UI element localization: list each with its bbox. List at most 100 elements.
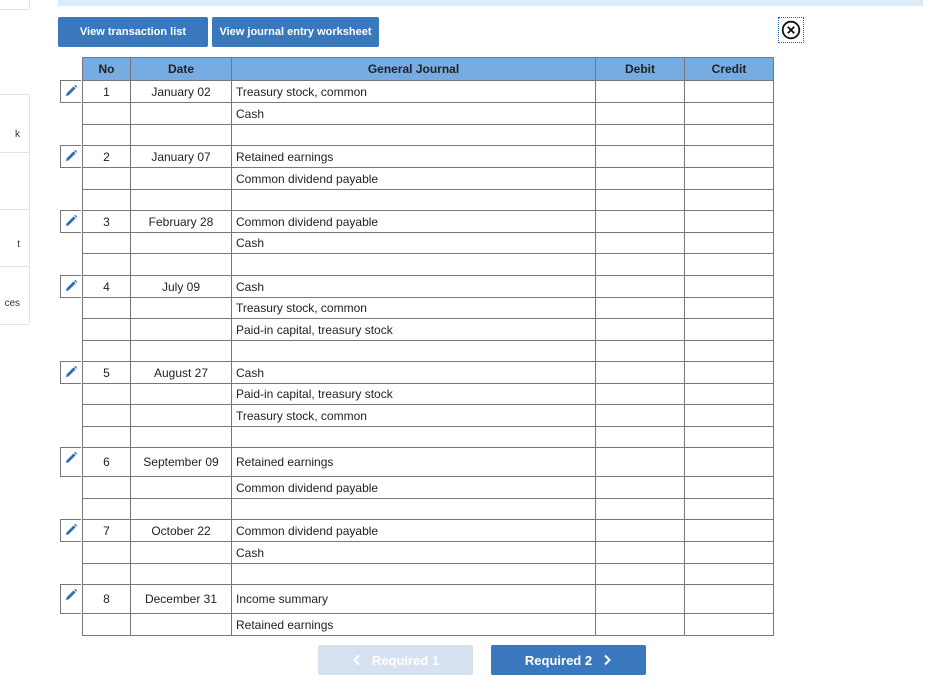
account-cell: Paid-in capital, treasury stock (231, 383, 596, 405)
entry-no-cell (82, 476, 131, 499)
entry-date-cell (130, 476, 232, 499)
credit-cell (684, 519, 774, 542)
credit-cell (684, 189, 774, 211)
side-panel-item-label: ces (4, 298, 20, 309)
entry-date-cell (130, 340, 232, 362)
pencil-icon (66, 523, 78, 535)
side-panel-item[interactable]: t (0, 209, 29, 267)
entry-no-cell: 7 (82, 519, 131, 542)
debit-cell (595, 232, 685, 254)
credit-cell (684, 232, 774, 254)
credit-cell (684, 584, 774, 614)
side-panel-item-label: k (15, 129, 20, 140)
edit-entry-button[interactable] (60, 361, 81, 384)
edit-entry-button[interactable] (60, 210, 81, 233)
credit-cell (684, 167, 774, 190)
entry-no-cell (82, 613, 131, 636)
entry-no-cell (82, 340, 131, 362)
debit-cell (595, 498, 685, 520)
close-button[interactable] (778, 17, 804, 43)
debit-cell (595, 124, 685, 146)
next-required-label: Required 2 (524, 652, 593, 668)
table-row: 2 January 07 Retained earnings (82, 145, 774, 168)
entry-date-cell (130, 297, 232, 319)
entry-no-cell (82, 426, 131, 448)
debit-cell (595, 80, 685, 103)
table-row: 3 February 28 Common dividend payable (82, 210, 774, 233)
credit-cell (684, 476, 774, 499)
view-transaction-list-button[interactable]: View transaction list (58, 17, 208, 47)
edit-entry-button[interactable] (60, 275, 81, 298)
entry-date-cell (130, 102, 232, 125)
general-journal-table: No Date General Journal Debit Credit 1 Ja… (82, 57, 774, 636)
debit-cell (595, 613, 685, 636)
entry-date-cell: October 22 (130, 519, 232, 542)
debit-cell (595, 541, 685, 564)
account-cell: Treasury stock, common (231, 80, 596, 103)
account-cell (231, 253, 596, 276)
credit-cell (684, 498, 774, 520)
edit-entry-button[interactable] (60, 584, 81, 614)
debit-cell (595, 563, 685, 585)
entry-no-cell: 4 (82, 275, 131, 298)
entry-no-cell: 2 (82, 145, 131, 168)
entry-no-cell (82, 563, 131, 585)
close-circle-icon (781, 20, 801, 40)
edit-entry-button[interactable] (60, 519, 81, 542)
entry-no-cell (82, 167, 131, 190)
prev-required-button[interactable]: Required 1 (318, 645, 473, 675)
pencil-icon (66, 214, 78, 226)
table-row: Paid-in capital, treasury stock (82, 318, 774, 341)
view-journal-entry-worksheet-button[interactable]: View journal entry worksheet (212, 17, 379, 47)
credit-cell (684, 404, 774, 427)
side-panel-item[interactable] (0, 152, 29, 210)
edit-entry-button[interactable] (60, 447, 81, 477)
credit-cell (684, 563, 774, 585)
table-row (82, 426, 774, 448)
entry-no-cell (82, 297, 131, 319)
entry-no-cell (82, 124, 131, 146)
account-cell: Retained earnings (231, 447, 596, 477)
account-cell: Common dividend payable (231, 476, 596, 499)
header-no: No (82, 57, 131, 81)
debit-cell (595, 210, 685, 233)
pencil-icon (66, 84, 78, 96)
account-cell: Retained earnings (231, 145, 596, 168)
side-panel-item[interactable]: k (0, 95, 29, 153)
debit-cell (595, 340, 685, 362)
credit-cell (684, 102, 774, 125)
debit-cell (595, 404, 685, 427)
side-panel-item[interactable]: ces (0, 266, 29, 323)
account-cell: Common dividend payable (231, 210, 596, 233)
account-cell (231, 189, 596, 211)
entry-date-cell (130, 613, 232, 636)
edit-entry-button[interactable] (60, 145, 81, 168)
debit-cell (595, 145, 685, 168)
entry-no-cell: 5 (82, 361, 131, 384)
account-cell: Cash (231, 361, 596, 384)
table-row: 5 August 27 Cash (82, 361, 774, 384)
account-cell (231, 124, 596, 146)
table-header-row: No Date General Journal Debit Credit (82, 57, 774, 81)
table-row: Cash (82, 232, 774, 254)
entry-no-cell (82, 404, 131, 427)
debit-cell (595, 426, 685, 448)
entry-date-cell (130, 404, 232, 427)
table-row: 7 October 22 Common dividend payable (82, 519, 774, 542)
top-banner (58, 0, 923, 6)
debit-cell (595, 167, 685, 190)
header-debit: Debit (595, 57, 685, 81)
entry-no-cell: 3 (82, 210, 131, 233)
account-cell: Paid-in capital, treasury stock (231, 318, 596, 341)
account-cell: Treasury stock, common (231, 297, 596, 319)
account-cell: Cash (231, 275, 596, 298)
entry-no-cell: 8 (82, 584, 131, 614)
next-required-button[interactable]: Required 2 (491, 645, 646, 675)
credit-cell (684, 318, 774, 341)
credit-cell (684, 541, 774, 564)
table-row (82, 563, 774, 585)
edit-entry-button[interactable] (60, 80, 81, 103)
table-row: Treasury stock, common (82, 297, 774, 319)
entry-no-cell: 6 (82, 447, 131, 477)
debit-cell (595, 275, 685, 298)
